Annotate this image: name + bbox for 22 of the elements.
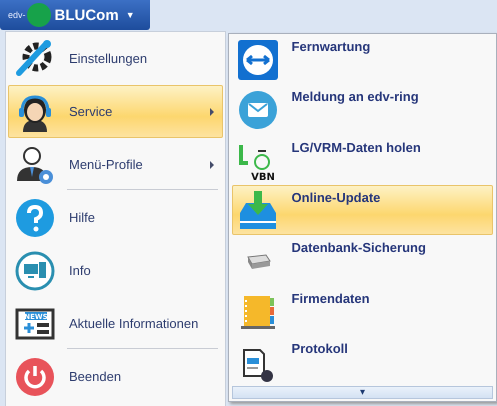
help-icon [15,198,55,238]
submenu-item[interactable]: VBN LG/VRM-Daten holen [232,134,493,186]
mail-icon [238,90,278,130]
scroll-down-button[interactable]: ▾ [232,386,493,400]
menu-item[interactable]: Hilfe [8,191,223,244]
submenu-item[interactable]: Fernwartung [232,34,493,84]
submenu-item[interactable]: Datenbank-Sicherung [232,235,493,286]
menu-item[interactable]: Service [8,85,223,138]
submenu-item[interactable]: Meldung an edv-ring [232,84,493,135]
submenu-arrow-icon [210,161,214,169]
menu-item[interactable]: Beenden [8,350,223,403]
computer-icon [15,250,55,290]
submenu-item[interactable]: Protokoll [232,336,493,386]
submenu-arrow-icon [210,108,214,116]
download-tray-icon [238,191,278,232]
power-icon [15,356,55,396]
submenu-item[interactable]: Firmendaten [232,286,493,336]
menu-item[interactable]: Info [8,244,223,297]
user-gear-icon [15,144,55,184]
submenu-item[interactable]: Online-Update [232,185,493,236]
menu-item[interactable]: Einstellungen [8,32,223,85]
app-menu-button[interactable]: edv- BLUCom ▼ [0,0,150,30]
